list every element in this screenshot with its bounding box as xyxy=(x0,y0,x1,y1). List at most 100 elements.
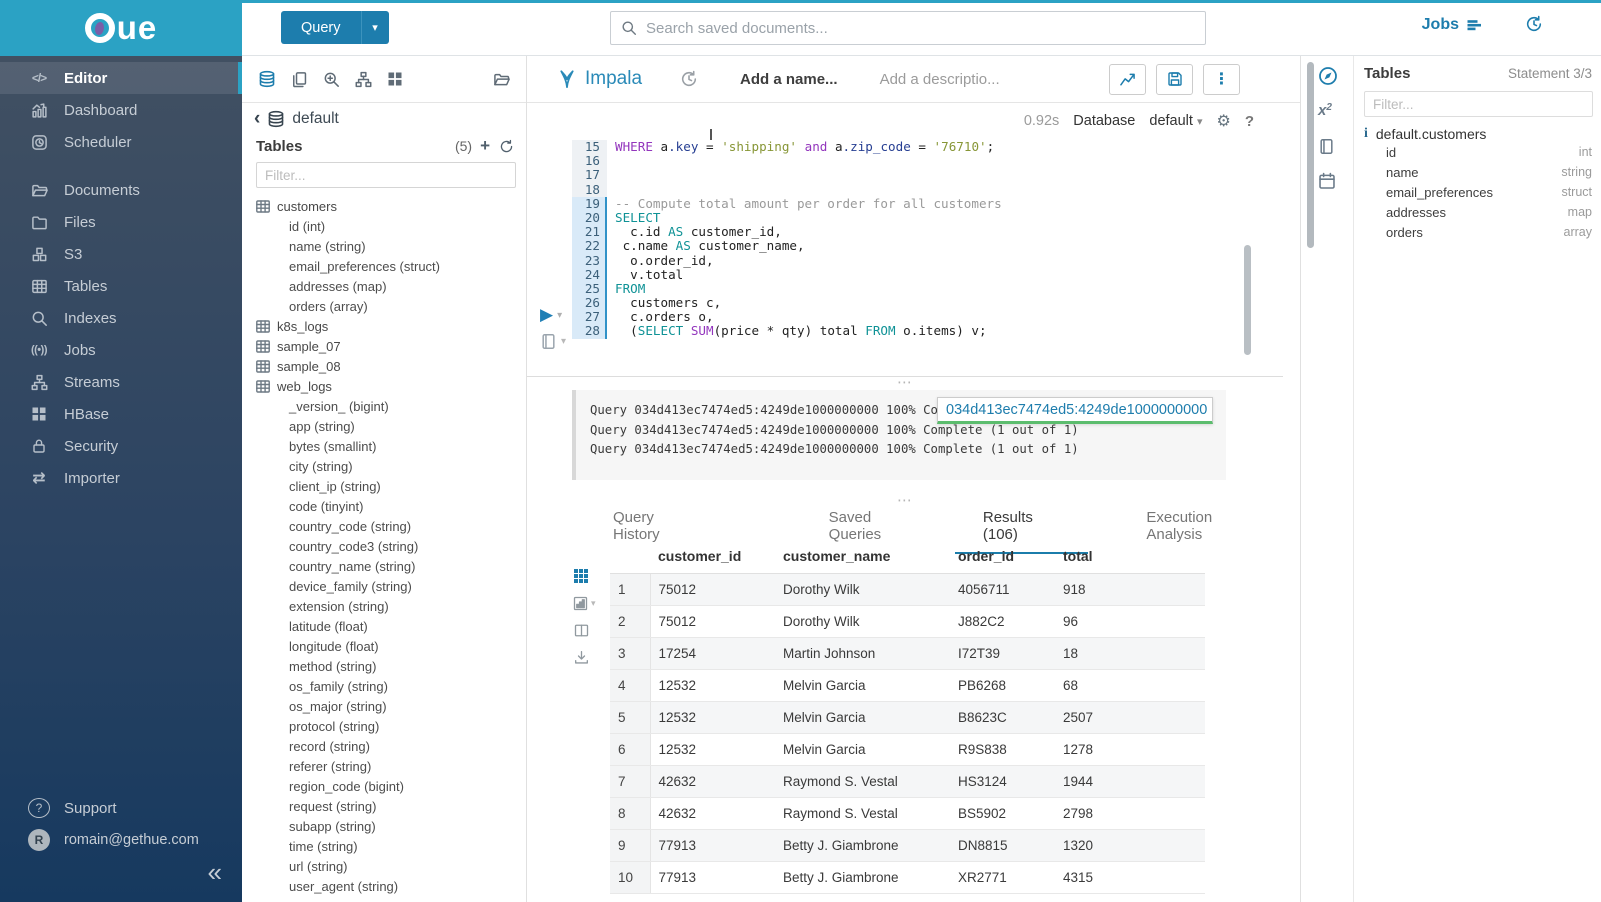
tree-column[interactable]: country_name (string) xyxy=(242,556,526,576)
assist-filter-input[interactable] xyxy=(256,162,516,188)
query-button[interactable]: Query xyxy=(281,11,361,44)
tree-table[interactable]: sample_07 xyxy=(242,336,526,356)
column-header-customer_name[interactable]: customer_name xyxy=(775,545,950,573)
functions-icon[interactable]: x2 xyxy=(1318,102,1332,119)
right-column-row[interactable]: idint xyxy=(1364,142,1592,162)
tree-column[interactable]: os_major (string) xyxy=(242,696,526,716)
right-column-row[interactable]: addressesmap xyxy=(1364,202,1592,222)
language-docs-icon[interactable] xyxy=(1318,138,1335,155)
right-column-row[interactable]: ordersarray xyxy=(1364,222,1592,242)
query-dropdown-caret[interactable]: ▾ xyxy=(361,11,389,44)
table-row[interactable]: 742632Raymond S. VestalHS31241944 xyxy=(610,765,1205,797)
tree-column[interactable]: email_preferences (struct) xyxy=(242,256,526,276)
schedule-icon[interactable] xyxy=(1318,172,1336,190)
table-row[interactable]: 512532Melvin GarciaB8623C2507 xyxy=(610,701,1205,733)
query-id-tooltip[interactable]: 034d413ec7474ed5:4249de1000000000 xyxy=(937,397,1213,424)
tree-column[interactable]: user_agent (string) xyxy=(242,876,526,896)
sidebar-item-editor[interactable]: </>Editor xyxy=(0,62,242,94)
sidebar-item-dashboard[interactable]: Dashboard xyxy=(0,94,242,126)
code-editor[interactable]: 15WHERE a.key = 'shipping' and a.zip_cod… xyxy=(572,140,1252,339)
sidebar-item-files[interactable]: Files xyxy=(0,206,242,238)
tree-column[interactable]: name (string) xyxy=(242,236,526,256)
execute-button[interactable]: ▶ ▾ xyxy=(540,305,562,325)
editor-scrollbar[interactable] xyxy=(1244,245,1251,355)
save-button[interactable] xyxy=(1156,64,1193,95)
tree-column[interactable]: orders (array) xyxy=(242,296,526,316)
table-row[interactable]: 175012Dorothy Wilk4056711918 xyxy=(610,573,1205,605)
tree-column[interactable]: longitude (float) xyxy=(242,636,526,656)
chart-view-icon[interactable]: ▾ xyxy=(573,596,596,611)
page-scrollbar[interactable] xyxy=(1307,62,1314,248)
table-row[interactable]: 1077913Betty J. GiambroneXR27714315 xyxy=(610,861,1205,893)
collapse-sidebar-button[interactable]: « xyxy=(208,862,222,882)
table-row[interactable]: 412532Melvin GarciaPB626868 xyxy=(610,669,1205,701)
assist-databases-icon[interactable] xyxy=(258,70,276,88)
tree-table[interactable]: k8s_logs xyxy=(242,316,526,336)
more-actions-button[interactable]: ⋮ xyxy=(1203,64,1240,95)
tree-column[interactable]: code (tinyint) xyxy=(242,496,526,516)
sidebar-item-support[interactable]: ? Support xyxy=(0,792,242,824)
tree-column[interactable]: id (int) xyxy=(242,216,526,236)
tree-column[interactable]: device_family (string) xyxy=(242,576,526,596)
execute-options-caret[interactable]: ▾ xyxy=(557,310,562,321)
tree-column[interactable]: latitude (float) xyxy=(242,616,526,636)
query-name-field[interactable]: Add a name... xyxy=(740,71,838,88)
assist-search-icon[interactable] xyxy=(323,71,340,88)
sidebar-item-documents[interactable]: Documents xyxy=(0,174,242,206)
query-history-icon[interactable] xyxy=(680,70,698,88)
sidebar-item-s3[interactable]: S3 xyxy=(0,238,242,270)
tree-column[interactable]: request (string) xyxy=(242,796,526,816)
tree-column[interactable]: _version_ (bigint) xyxy=(242,396,526,416)
explorer-compass-icon[interactable] xyxy=(1318,66,1338,86)
column-header-customer_id[interactable]: customer_id xyxy=(650,545,775,573)
assist-folder-icon[interactable] xyxy=(493,71,510,88)
engine-selector[interactable]: Impala xyxy=(557,68,642,90)
table-row[interactable]: 612532Melvin GarciaR9S8381278 xyxy=(610,733,1205,765)
assist-apps-icon[interactable] xyxy=(387,71,403,87)
table-row[interactable]: 317254Martin JohnsonI72T3918 xyxy=(610,637,1205,669)
tree-table[interactable]: customers xyxy=(242,196,526,216)
tree-column[interactable]: country_code (string) xyxy=(242,516,526,536)
active-table-row[interactable]: i default.customers xyxy=(1364,126,1592,142)
tree-column[interactable]: app (string) xyxy=(242,416,526,436)
right-filter-input[interactable] xyxy=(1364,91,1593,117)
global-search[interactable] xyxy=(610,11,1206,45)
format-button[interactable]: ▾ xyxy=(540,333,566,350)
hue-logo[interactable]: ue xyxy=(0,0,242,56)
database-name[interactable]: default xyxy=(292,110,339,128)
sidebar-item-importer[interactable]: ⇄Importer xyxy=(0,462,242,494)
chart-button[interactable] xyxy=(1109,64,1146,95)
tree-column[interactable]: referer (string) xyxy=(242,756,526,776)
tree-column[interactable]: record (string) xyxy=(242,736,526,756)
back-chevron-icon[interactable]: ‹ xyxy=(254,112,260,126)
sidebar-item-jobs[interactable]: ((•))Jobs xyxy=(0,334,242,366)
right-column-row[interactable]: email_preferencesstruct xyxy=(1364,182,1592,202)
add-table-icon[interactable]: + xyxy=(480,136,490,156)
tree-column[interactable]: time (string) xyxy=(242,836,526,856)
sidebar-item-streams[interactable]: Streams xyxy=(0,366,242,398)
table-row[interactable]: 842632Raymond S. VestalBS59022798 xyxy=(610,797,1205,829)
play-icon[interactable]: ▶ xyxy=(540,305,553,325)
query-description-field[interactable]: Add a descriptio... xyxy=(880,71,1000,88)
search-input[interactable] xyxy=(646,20,1195,37)
table-row[interactable]: 977913Betty J. GiambroneDN88151320 xyxy=(610,829,1205,861)
sidebar-item-scheduler[interactable]: Scheduler xyxy=(0,126,242,158)
settings-gear-icon[interactable]: ⚙ xyxy=(1216,111,1230,131)
sidebar-item-hbase[interactable]: HBase xyxy=(0,398,242,430)
column-header-total[interactable]: total xyxy=(1055,545,1205,573)
sidebar-item-user[interactable]: R romain@gethue.com xyxy=(0,824,242,856)
database-breadcrumb[interactable]: ‹ default xyxy=(254,110,339,128)
tree-column[interactable]: url (string) xyxy=(242,856,526,876)
tree-column[interactable]: bytes (smallint) xyxy=(242,436,526,456)
tree-column[interactable]: region_code (bigint) xyxy=(242,776,526,796)
column-header-order_id[interactable]: order_id xyxy=(950,545,1055,573)
assist-sitemap-icon[interactable] xyxy=(355,71,372,88)
info-icon[interactable]: i xyxy=(1364,126,1368,142)
grid-view-icon[interactable] xyxy=(573,568,589,584)
tree-column[interactable]: method (string) xyxy=(242,656,526,676)
tree-table[interactable]: sample_08 xyxy=(242,356,526,376)
tree-column[interactable]: country_code3 (string) xyxy=(242,536,526,556)
sidebar-item-security[interactable]: Security xyxy=(0,430,242,462)
jobs-link[interactable]: Jobs xyxy=(1422,16,1483,34)
tree-column[interactable]: addresses (map) xyxy=(242,276,526,296)
